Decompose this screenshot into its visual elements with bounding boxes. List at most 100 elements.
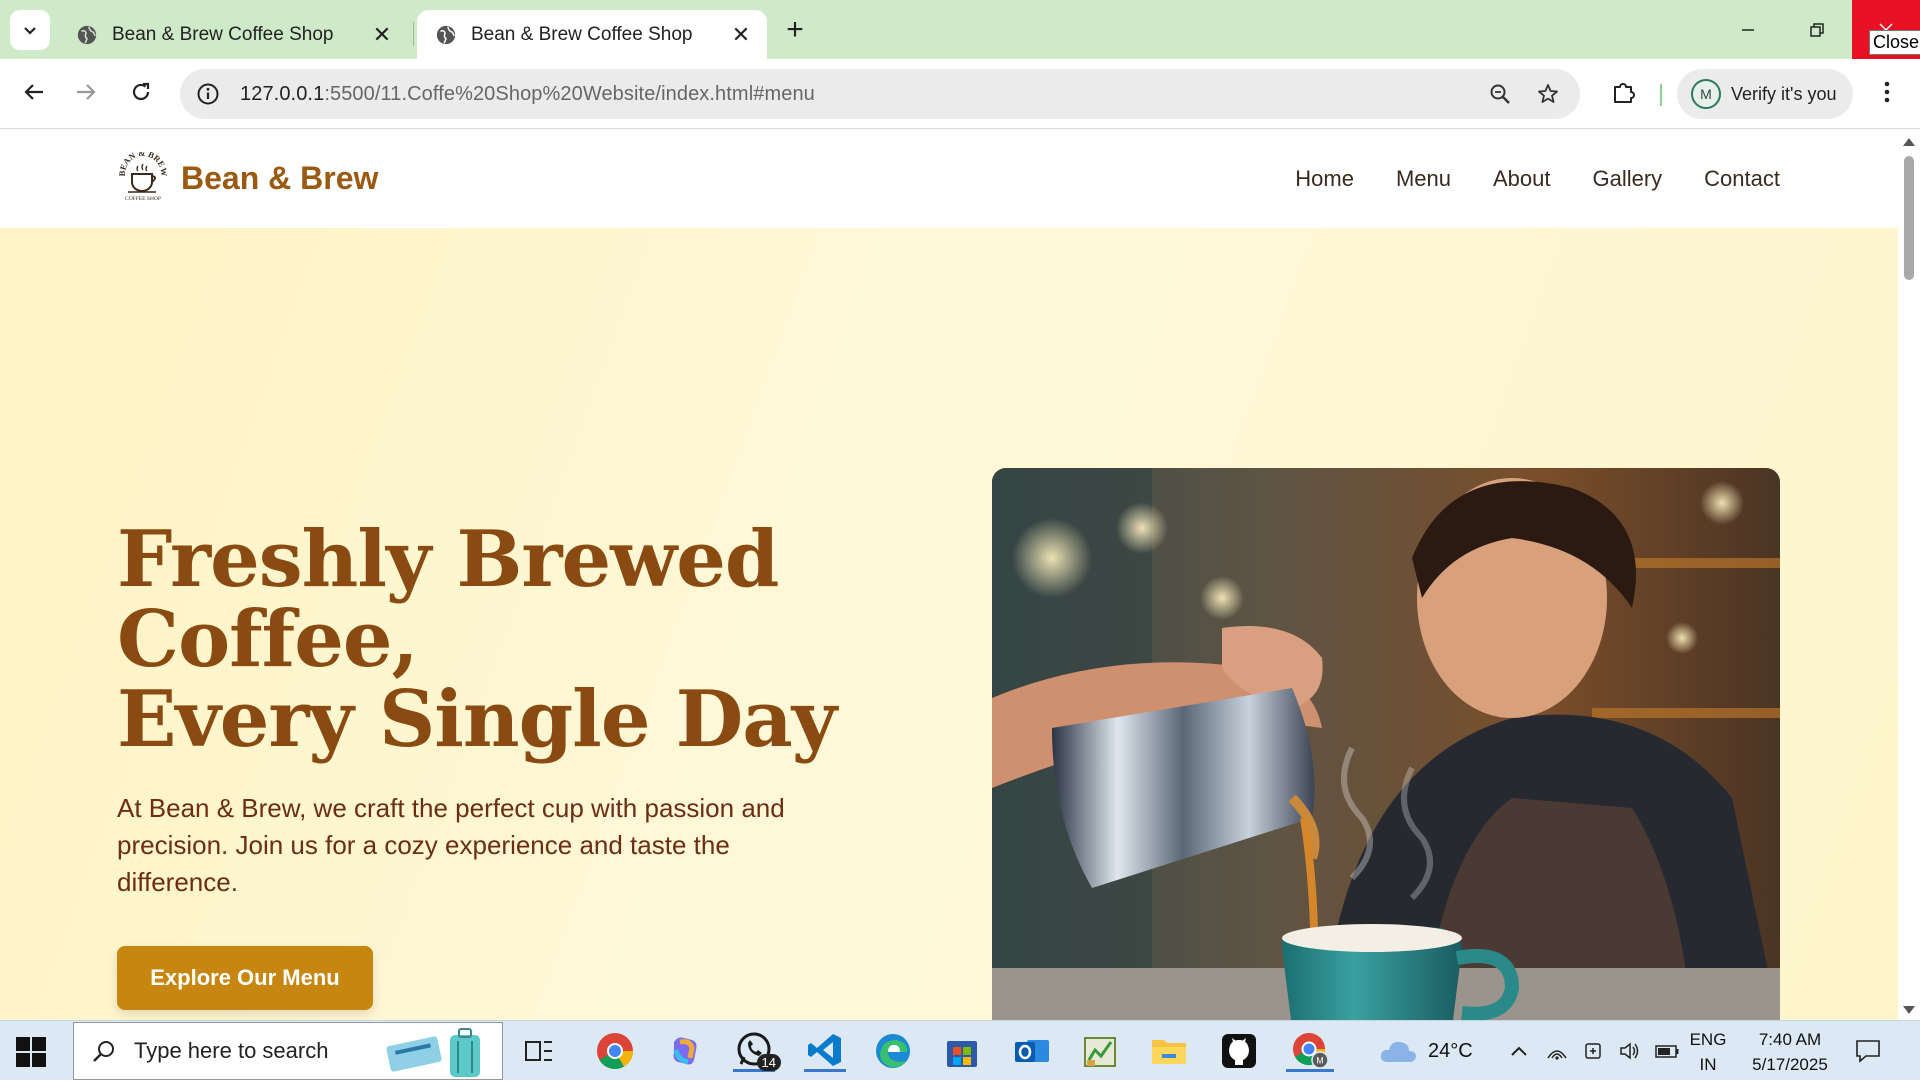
notification-badge: 14 <box>756 1054 781 1071</box>
puzzle-icon <box>1614 83 1635 103</box>
address-bar[interactable]: 127.0.0.1:5500/11.Coffe%20Shop%20Website… <box>180 69 1580 119</box>
nav-link-about[interactable]: About <box>1493 166 1551 192</box>
arrow-right-icon <box>77 84 96 100</box>
nav-link-contact[interactable]: Contact <box>1704 166 1780 192</box>
show-hidden-icons[interactable] <box>1508 1021 1530 1081</box>
notification-icon <box>1856 1040 1880 1063</box>
brand-name: Bean & Brew <box>181 159 379 196</box>
nav-link-menu[interactable]: Menu <box>1396 166 1451 192</box>
url-host: 127.0.0.1 <box>240 82 325 105</box>
site-info-icon[interactable] <box>194 80 222 108</box>
system-clock[interactable]: 7:40 AM 5/17/2025 <box>1740 1027 1840 1077</box>
url-path: :5500/11.Coffe%20Shop%20Website/index.ht… <box>324 82 815 105</box>
restore-icon <box>1810 22 1824 37</box>
zoom-icon[interactable] <box>1488 82 1512 106</box>
extensions-button[interactable] <box>1604 72 1644 112</box>
meet-now-icon[interactable] <box>1582 1040 1604 1062</box>
star-icon[interactable] <box>1536 82 1560 106</box>
battery-icon[interactable] <box>1654 1040 1680 1062</box>
spreadsheet-app-icon[interactable] <box>1079 1030 1121 1072</box>
hero-title-line: Freshly Brewed <box>117 514 779 605</box>
hero-section: Freshly Brewed Coffee, Every Single Day … <box>0 228 1898 1020</box>
tab-divider <box>413 22 414 46</box>
chrome-icon[interactable] <box>594 1030 636 1072</box>
site-nav-links: Home Menu About Gallery Contact <box>1295 130 1780 228</box>
site-header: BEAN & BREW COFFEE SHOP Bean & Brew Home… <box>0 130 1898 228</box>
toolbar-separator <box>1660 84 1662 106</box>
hero-title-line: Every Single Day <box>117 674 837 765</box>
edge-icon[interactable] <box>872 1030 914 1072</box>
hero-title-line: Coffee, <box>117 594 419 685</box>
close-tab-icon[interactable]: ✕ <box>729 22 753 47</box>
windows-start-icon[interactable] <box>14 1035 48 1069</box>
volume-icon[interactable] <box>1618 1040 1640 1062</box>
nav-link-home[interactable]: Home <box>1295 166 1354 192</box>
brand[interactable]: BEAN & BREW COFFEE SHOP Bean & Brew <box>117 152 378 204</box>
scroll-up-arrow-icon[interactable] <box>1903 138 1915 146</box>
globe-icon <box>436 25 456 44</box>
web-page: BEAN & BREW COFFEE SHOP Bean & Brew Home… <box>0 130 1898 1020</box>
lang-code: ENG <box>1689 1030 1727 1049</box>
notifications-button[interactable] <box>1854 1021 1882 1081</box>
browser-menu-button[interactable] <box>1872 72 1902 112</box>
taskbar-search-box[interactable]: Type here to search <box>73 1022 503 1080</box>
scrollbar-thumb[interactable] <box>1904 156 1914 280</box>
browser-tab-1[interactable]: Bean & Brew Coffee Shop ✕ <box>58 10 408 59</box>
url-text[interactable]: 127.0.0.1:5500/11.Coffe%20Shop%20Website… <box>240 83 815 106</box>
minimize-button[interactable] <box>1713 0 1783 59</box>
clock-time: 7:40 AM <box>1758 1030 1822 1049</box>
browser-toolbar: 127.0.0.1:5500/11.Coffe%20Shop%20Website… <box>0 59 1920 129</box>
vscode-icon[interactable] <box>804 1030 846 1072</box>
lang-region: IN <box>1699 1055 1717 1074</box>
tab-search-button[interactable] <box>10 10 50 50</box>
profile-button[interactable]: M Verify it's you <box>1677 69 1853 119</box>
barista-pouring-coffee-image <box>992 468 1780 1020</box>
avatar: M <box>1691 79 1721 109</box>
browser-tabstrip: Bean & Brew Coffee Shop ✕ Bean & Brew Co… <box>0 0 1920 59</box>
reload-icon <box>132 82 150 101</box>
reload-button[interactable] <box>121 72 161 112</box>
cloud-icon <box>1380 1041 1416 1062</box>
file-explorer-icon[interactable] <box>1148 1030 1190 1072</box>
wifi-icon[interactable] <box>1546 1040 1568 1062</box>
new-tab-button[interactable]: + <box>777 12 813 48</box>
close-tab-icon[interactable]: ✕ <box>370 22 394 47</box>
profile-label: Verify it's you <box>1731 83 1837 104</box>
tab-title: Bean & Brew Coffee Shop <box>112 23 334 45</box>
system-tray-icons <box>1546 1021 1680 1081</box>
restore-button[interactable] <box>1782 0 1852 59</box>
globe-icon <box>77 25 97 44</box>
outlook-icon[interactable] <box>1011 1030 1053 1072</box>
chrome-profile-icon[interactable]: M <box>1286 1030 1334 1072</box>
back-button[interactable] <box>14 72 54 112</box>
chevron-up-icon <box>1511 1046 1527 1056</box>
weather-temp: 24°C <box>1428 1039 1473 1062</box>
scroll-down-arrow-icon[interactable] <box>1903 1006 1915 1014</box>
windows-taskbar: Type here to search 14 M 24°C ENG IN 7:4… <box>0 1020 1920 1080</box>
weather-widget[interactable]: 24°C <box>1378 1021 1473 1081</box>
input-language[interactable]: ENG IN <box>1688 1027 1728 1077</box>
explore-menu-button[interactable]: Explore Our Menu <box>117 946 373 1010</box>
copilot-icon[interactable] <box>664 1030 706 1072</box>
more-vertical-icon <box>1884 81 1890 103</box>
forward-button[interactable] <box>66 72 106 112</box>
task-view-icon[interactable] <box>518 1030 560 1072</box>
coffee-cup-logo: BEAN & BREW COFFEE SHOP <box>117 152 169 202</box>
logo-bottom-text: COFFEE SHOP <box>125 196 161 202</box>
minimize-icon <box>1742 28 1754 31</box>
hero-description: At Bean & Brew, we craft the perfect cup… <box>117 793 785 897</box>
travel-luggage-icon <box>386 1028 480 1077</box>
nav-link-gallery[interactable]: Gallery <box>1592 166 1662 192</box>
svg-text:M: M <box>1316 1055 1324 1065</box>
page-scrollbar[interactable] <box>1898 130 1920 1020</box>
hero-title: Freshly Brewed Coffee, Every Single Day <box>117 520 917 760</box>
github-icon[interactable] <box>1218 1030 1260 1072</box>
chevron-down-icon <box>24 27 36 35</box>
microsoft-store-icon[interactable] <box>941 1030 983 1072</box>
arrow-left-icon <box>24 84 43 100</box>
search-icon <box>93 1041 114 1062</box>
whatsapp-icon[interactable]: 14 <box>733 1030 781 1072</box>
clock-date: 5/17/2025 <box>1752 1055 1828 1074</box>
tab-title: Bean & Brew Coffee Shop <box>471 23 693 45</box>
browser-tab-2[interactable]: Bean & Brew Coffee Shop ✕ <box>417 10 767 59</box>
